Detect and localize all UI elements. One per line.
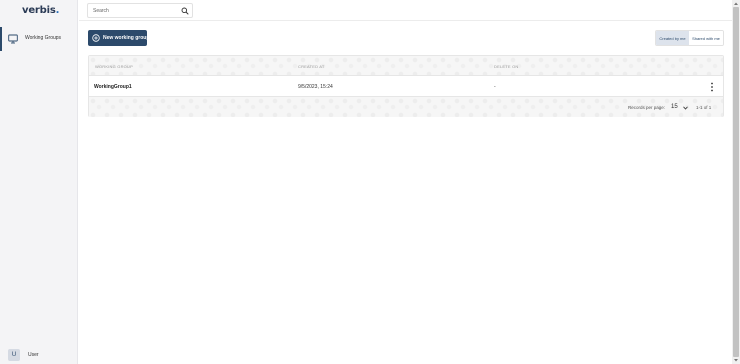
user-name[interactable]: User xyxy=(28,352,39,358)
logo-text: verbis xyxy=(22,5,56,16)
monitor-icon xyxy=(8,34,18,44)
cell-created-at: 9/5/2023, 15:24 xyxy=(298,84,333,90)
user-menu[interactable]: U User xyxy=(8,349,39,361)
search-input[interactable]: Search xyxy=(87,3,193,18)
records-per-page-label: Records per page: xyxy=(628,105,666,110)
scrollbar-thumb[interactable] xyxy=(733,7,739,357)
scroll-up-arrow-icon[interactable] xyxy=(733,1,739,6)
chevron-down-icon[interactable] xyxy=(683,106,688,110)
logo: verbis. xyxy=(22,5,59,16)
more-vertical-icon[interactable] xyxy=(710,82,714,92)
top-bar: Search xyxy=(79,0,732,21)
working-groups-table: WORKING GROUP CREATED AT DELETE ON Worki… xyxy=(88,55,724,117)
avatar[interactable]: U xyxy=(8,349,20,361)
tab-created-by-me[interactable]: Created by me xyxy=(656,31,689,45)
sidebar-item-working-groups[interactable]: Working Groups xyxy=(0,27,78,51)
pagination-range: 1-1 of 1 xyxy=(696,105,712,110)
plus-circle-icon xyxy=(92,34,100,42)
sidebar-item-label: Working Groups xyxy=(25,35,62,41)
column-header-created-at[interactable]: CREATED AT xyxy=(298,64,325,69)
records-per-page-select[interactable]: 15 xyxy=(671,104,678,110)
column-header-delete-on[interactable]: DELETE ON xyxy=(494,64,518,69)
scroll-down-arrow-icon[interactable] xyxy=(733,358,739,363)
search-icon[interactable] xyxy=(181,7,189,15)
tab-shared-with-me[interactable]: Shared with me xyxy=(689,31,723,45)
table-row[interactable]: WorkingGroup1 9/5/2023, 15:24 - xyxy=(89,76,723,97)
table-pagination: Records per page: 15 1-1 of 1 xyxy=(89,97,723,117)
new-working-group-button[interactable]: New working group xyxy=(88,30,150,46)
cell-delete-on: - xyxy=(494,84,496,90)
table-header: WORKING GROUP CREATED AT DELETE ON xyxy=(89,56,723,76)
ownership-filter: Created by me Shared with me xyxy=(655,30,724,46)
search-placeholder: Search xyxy=(93,8,109,14)
new-working-group-label: New working group xyxy=(103,35,150,41)
sidebar: verbis. Working Groups U User xyxy=(0,0,78,364)
column-header-working-group[interactable]: WORKING GROUP xyxy=(95,64,133,69)
cell-working-group-name[interactable]: WorkingGroup1 xyxy=(94,84,132,90)
page-scrollbar[interactable] xyxy=(732,0,740,364)
logo-dot: . xyxy=(55,5,60,16)
